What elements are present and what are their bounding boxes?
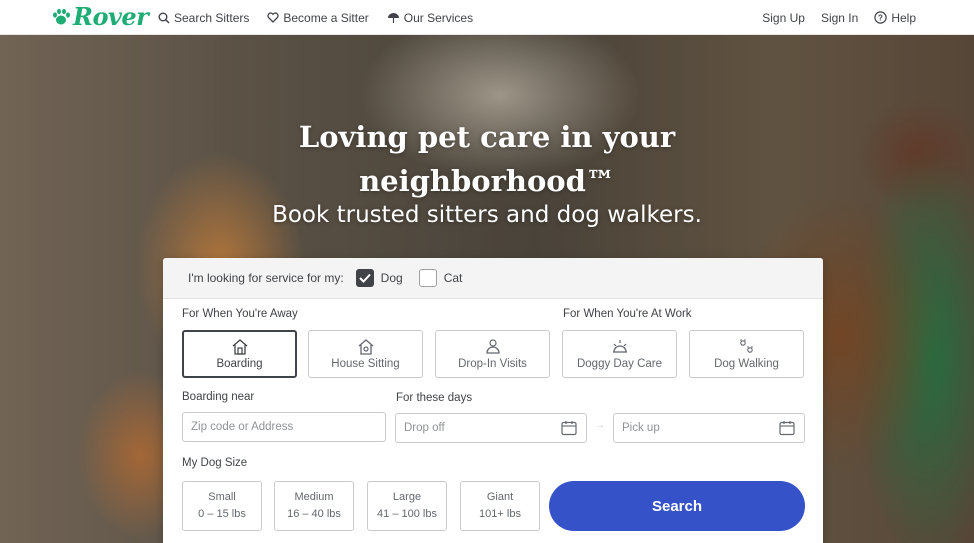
- service-drop-in-label: Drop-In Visits: [458, 358, 527, 370]
- service-house-sitting[interactable]: House Sitting: [308, 330, 423, 378]
- hero-title: Loving pet care in your neighborhood™: [0, 115, 974, 203]
- hero-title-line2: neighborhood™: [359, 164, 615, 198]
- calendar-icon: [561, 421, 577, 436]
- days-label: For these days: [396, 392, 473, 404]
- service-dog-walking-label: Dog Walking: [714, 358, 779, 370]
- help-label: Help: [891, 10, 916, 25]
- calendar-icon: [779, 421, 795, 436]
- nav-our-services-label: Our Services: [403, 10, 474, 25]
- heart-icon: [267, 12, 280, 23]
- nav-right: Sign Up Sign In ? Help: [762, 0, 916, 35]
- paw-umbrella-icon: [387, 12, 399, 23]
- house-icon: [232, 339, 247, 355]
- size-medium-name: Medium: [294, 491, 334, 503]
- drop-in-icon: [485, 339, 500, 354]
- hero-subtitle: Book trusted sitters and dog walkers.: [272, 202, 702, 228]
- dog-checkbox[interactable]: [355, 269, 374, 287]
- drop-off-input[interactable]: [404, 422, 586, 434]
- size-large-range: 41 – 100 lbs: [377, 508, 437, 520]
- nav-links: Search Sitters Become a Sitter Our Servi…: [158, 0, 473, 35]
- nav-become-sitter-label: Become a Sitter: [283, 10, 369, 25]
- help-link[interactable]: ? Help: [874, 11, 916, 25]
- dog-size-label: My Dog Size: [182, 457, 248, 469]
- dog-label: Dog: [380, 271, 403, 285]
- size-giant-name: Giant: [486, 491, 514, 503]
- hero-title-line1: Loving pet care in your: [298, 120, 676, 154]
- sign-up-link[interactable]: Sign Up: [762, 11, 805, 25]
- rover-logo[interactable]: Rover: [51, 2, 149, 31]
- checkmark-icon: [358, 273, 371, 283]
- search-button[interactable]: Search: [549, 481, 805, 531]
- top-nav: Rover Search Sitters Become a Sitter Our…: [0, 0, 974, 35]
- service-doggy-day-care-label: Doggy Day Care: [576, 358, 662, 370]
- nav-search-sitters-label: Search Sitters: [174, 10, 250, 25]
- pet-type-row: I'm looking for service for my: Dog Cat: [163, 258, 823, 299]
- zip-field[interactable]: [182, 412, 386, 442]
- boarding-near-label: Boarding near: [182, 391, 255, 403]
- nav-search-sitters[interactable]: Search Sitters: [158, 11, 249, 25]
- nav-our-services[interactable]: Our Services: [387, 11, 473, 25]
- svg-text:?: ?: [878, 14, 883, 23]
- zip-input[interactable]: [191, 421, 385, 433]
- pick-up-field[interactable]: [613, 413, 805, 443]
- service-doggy-day-care[interactable]: Doggy Day Care: [562, 330, 677, 378]
- size-large[interactable]: Large 41 – 100 lbs: [367, 481, 447, 531]
- away-label: For When You're Away: [182, 308, 298, 320]
- house-sitting-icon: [358, 339, 373, 355]
- paw-icon: [53, 8, 70, 24]
- sun-icon: [612, 340, 627, 353]
- search-card: I'm looking for service for my: Dog Cat …: [163, 258, 823, 543]
- cat-label: Cat: [443, 271, 463, 285]
- cat-checkbox[interactable]: [418, 269, 437, 287]
- service-boarding-label: Boarding: [216, 358, 263, 370]
- service-boarding[interactable]: Boarding: [182, 330, 297, 378]
- work-label: For When You're At Work: [563, 308, 692, 320]
- size-large-name: Large: [392, 491, 422, 503]
- size-giant-range: 101+ lbs: [479, 508, 521, 520]
- logo-text: Rover: [73, 2, 149, 31]
- service-dog-walking[interactable]: Dog Walking: [689, 330, 804, 378]
- size-medium[interactable]: Medium 16 – 40 lbs: [274, 481, 354, 531]
- pick-up-input[interactable]: [622, 422, 804, 434]
- search-icon: [158, 12, 170, 24]
- size-small[interactable]: Small 0 – 15 lbs: [182, 481, 262, 531]
- service-house-sitting-label: House Sitting: [331, 358, 400, 370]
- size-small-range: 0 – 15 lbs: [198, 508, 246, 520]
- drop-off-field[interactable]: [395, 413, 587, 443]
- looking-for-label: I'm looking for service for my:: [188, 271, 344, 285]
- paw-prints-icon: [739, 339, 753, 353]
- service-drop-in[interactable]: Drop-In Visits: [435, 330, 550, 378]
- size-small-name: Small: [208, 491, 236, 503]
- nav-become-sitter[interactable]: Become a Sitter: [267, 10, 369, 25]
- size-giant[interactable]: Giant 101+ lbs: [460, 481, 540, 531]
- size-medium-range: 16 – 40 lbs: [287, 508, 341, 520]
- sign-in-link[interactable]: Sign In: [821, 11, 858, 25]
- date-arrow-icon: →: [595, 420, 605, 431]
- help-icon: ?: [874, 11, 888, 24]
